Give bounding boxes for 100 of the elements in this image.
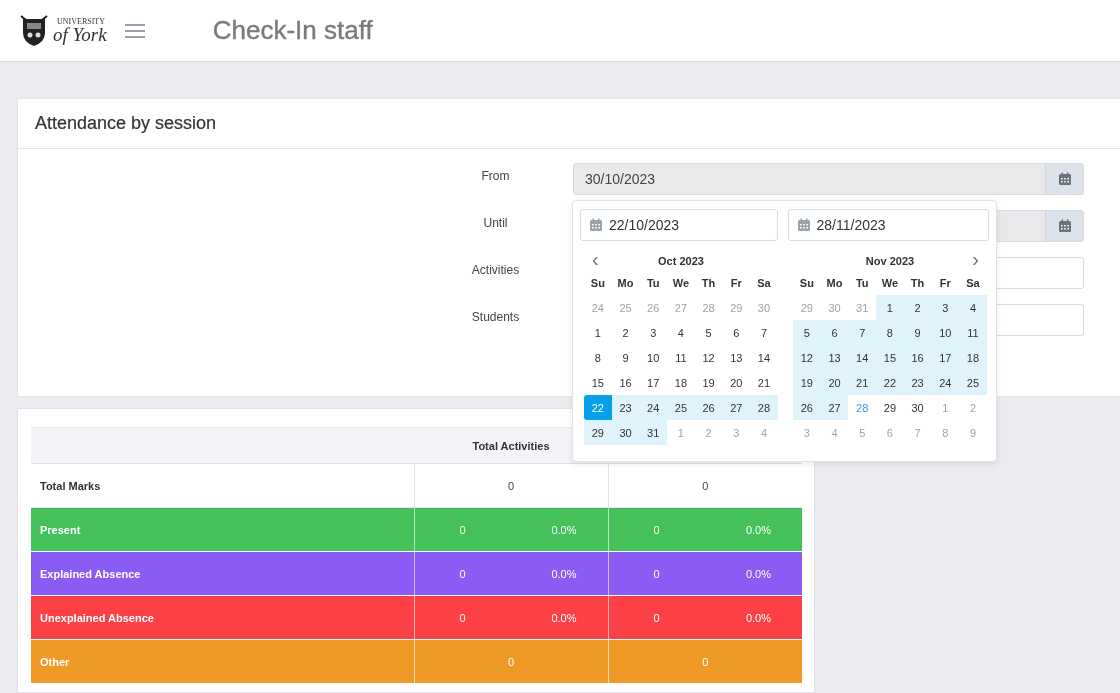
calendar-day[interactable]: 1 xyxy=(584,320,612,345)
calendar-day[interactable]: 18 xyxy=(959,345,987,370)
row-label: Unexplained Absence xyxy=(31,595,414,640)
calendar-day[interactable]: 8 xyxy=(876,320,904,345)
menu-icon[interactable] xyxy=(124,22,145,39)
count-value: 0 xyxy=(653,611,660,624)
weekday-label: Mo xyxy=(825,275,844,291)
calendar-day[interactable]: 22 xyxy=(876,370,904,395)
weekday-label: Tu xyxy=(854,275,870,291)
calendar-day[interactable]: 3 xyxy=(931,295,960,320)
weekday-label: We xyxy=(880,275,900,291)
field-label: Activities xyxy=(471,263,520,277)
calendar-day[interactable]: 24 xyxy=(639,395,668,420)
start-date-field[interactable]: 22/10/2023 xyxy=(580,209,778,241)
end-date-field[interactable]: 28/11/2023 xyxy=(787,209,989,241)
calendar-icon xyxy=(796,218,811,232)
date-field[interactable]: 30/10/2023 xyxy=(573,163,1084,195)
page-title: Check-In staff xyxy=(212,15,373,46)
calendar-day[interactable]: 8 xyxy=(584,345,612,370)
calendar-day[interactable]: 26 xyxy=(694,395,723,420)
calendar-day[interactable]: 9 xyxy=(903,320,932,345)
calendar-day[interactable]: 5 xyxy=(694,320,723,345)
count-value: 0 xyxy=(459,611,466,624)
calendar-day[interactable]: 18 xyxy=(667,370,695,395)
row-label: Total Marks xyxy=(31,463,414,508)
calendar-day[interactable]: 14 xyxy=(848,345,877,370)
calendar-day[interactable]: 16 xyxy=(611,370,640,395)
percent-value: 0.0% xyxy=(551,611,577,624)
weekday-label: Mo xyxy=(616,275,635,291)
calendar-day[interactable]: 6 xyxy=(820,320,849,345)
calendar-day[interactable]: 7 xyxy=(750,320,778,345)
calendar-icon[interactable] xyxy=(1057,219,1072,233)
count-value: 0 xyxy=(653,567,660,580)
calendar-day[interactable]: 23 xyxy=(611,395,640,420)
calendar-day[interactable]: 25 xyxy=(959,370,987,395)
field-label: Until xyxy=(483,216,508,230)
calendar-day[interactable]: 14 xyxy=(750,345,778,370)
calendar-day[interactable]: 15 xyxy=(876,345,904,370)
calendar-day[interactable]: 4 xyxy=(959,295,987,320)
calendar-day[interactable]: 10 xyxy=(639,345,668,370)
calendar-day[interactable]: 26 xyxy=(793,395,821,420)
calendar-day[interactable]: 29 xyxy=(584,420,612,445)
weekday-label: Sa xyxy=(756,275,772,291)
crest-icon xyxy=(20,14,48,47)
calendar-day[interactable]: 2 xyxy=(903,295,932,320)
total-value: 0 xyxy=(507,479,515,492)
calendar-day[interactable]: 29 xyxy=(876,395,904,420)
weekday-label: Su xyxy=(589,275,606,291)
previous-month-button[interactable]: ‹ xyxy=(592,250,599,268)
weekday-label: Th xyxy=(909,275,926,291)
month-title: Nov 2023 xyxy=(865,255,915,267)
calendar-day[interactable]: 21 xyxy=(750,370,778,395)
next-month-button[interactable]: › xyxy=(972,250,979,268)
calendar-day[interactable]: 11 xyxy=(667,345,695,370)
field-label: From xyxy=(481,169,510,183)
percent-value: 0.0% xyxy=(551,523,577,536)
calendar-day[interactable]: 15 xyxy=(584,370,612,395)
calendar-day[interactable]: 1 xyxy=(876,295,904,320)
row-label: Present xyxy=(31,507,414,552)
logo-text: UNIVERSITY xyxy=(57,17,106,26)
calendar-day[interactable]: 27 xyxy=(722,395,751,420)
calendar-day[interactable]: 19 xyxy=(793,370,821,395)
calendar-day[interactable]: 12 xyxy=(793,345,821,370)
percent-value: 0.0% xyxy=(551,567,577,580)
calendar-day[interactable]: 30 xyxy=(903,395,932,420)
calendar-day[interactable]: 13 xyxy=(722,345,751,370)
calendar-day[interactable]: 2 xyxy=(611,320,640,345)
weekday-label: Sa xyxy=(965,275,981,291)
weekday-label: Th xyxy=(700,275,717,291)
calendar-icon[interactable] xyxy=(1057,172,1072,186)
calendar-day[interactable]: 24 xyxy=(931,370,960,395)
calendar-day[interactable]: 16 xyxy=(903,345,932,370)
calendar-day[interactable]: 4 xyxy=(667,320,695,345)
calendar-day[interactable]: 25 xyxy=(667,395,695,420)
total-value: 0 xyxy=(702,479,709,492)
calendar-day[interactable]: 6 xyxy=(722,320,751,345)
field-label: Students xyxy=(471,310,520,324)
calendar-day[interactable]: 12 xyxy=(694,345,723,370)
calendar-day[interactable]: 30 xyxy=(611,420,640,445)
calendar-day[interactable]: 9 xyxy=(611,345,640,370)
weekday-label: Tu xyxy=(645,275,661,291)
calendar-day[interactable]: 3 xyxy=(639,320,668,345)
calendar-day[interactable]: 20 xyxy=(722,370,751,395)
calendar-day[interactable]: 11 xyxy=(959,320,987,345)
weekday-label: We xyxy=(671,275,691,291)
calendar-day[interactable]: 5 xyxy=(793,320,821,345)
calendar-day[interactable]: 20 xyxy=(820,370,849,395)
calendar-day[interactable]: 28 xyxy=(750,395,778,420)
calendar-day[interactable]: 10 xyxy=(931,320,960,345)
calendar-day[interactable]: 17 xyxy=(931,345,960,370)
calendar-day[interactable]: 31 xyxy=(639,420,668,445)
calendar-day[interactable]: 7 xyxy=(848,320,877,345)
calendar-day[interactable]: 19 xyxy=(694,370,723,395)
calendar-day[interactable]: 21 xyxy=(848,370,877,395)
row-label: Explained Absence xyxy=(31,551,414,596)
calendar-day[interactable]: 27 xyxy=(820,395,849,420)
calendar-day[interactable]: 13 xyxy=(820,345,849,370)
calendar-day[interactable]: 17 xyxy=(639,370,668,395)
percent-value: 0.0% xyxy=(745,567,771,580)
calendar-day[interactable]: 23 xyxy=(903,370,932,395)
